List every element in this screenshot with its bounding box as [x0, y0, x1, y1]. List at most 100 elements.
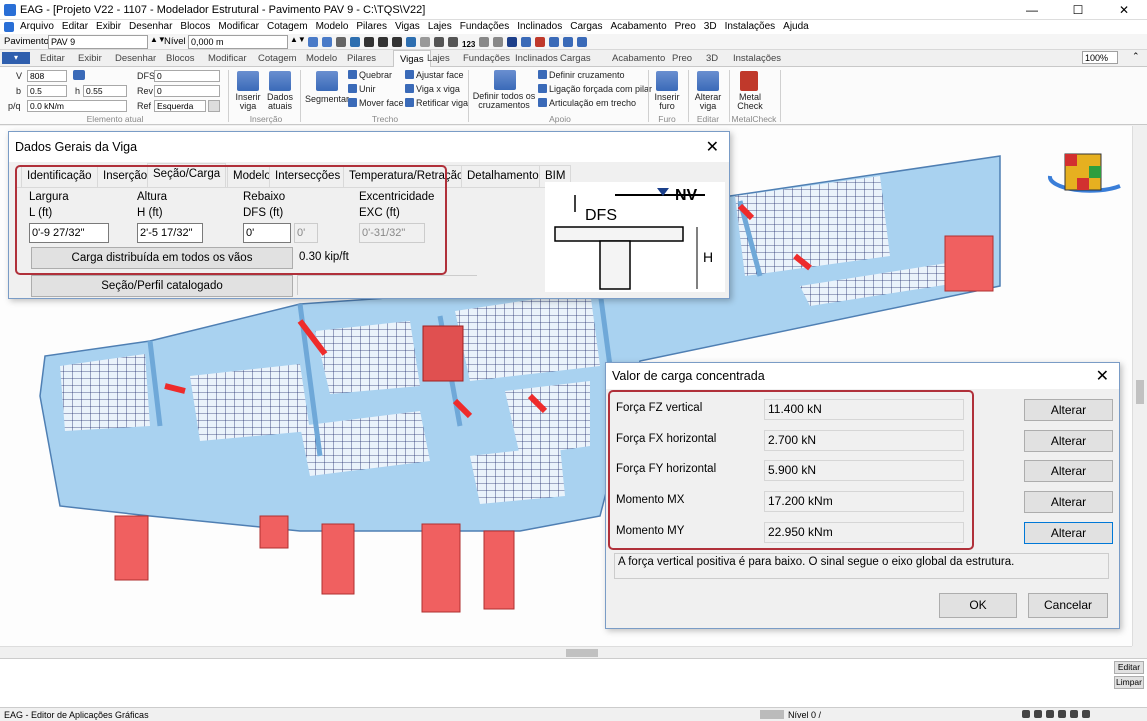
rev-field[interactable]: 0	[154, 85, 220, 97]
file-menu-button[interactable]: ▾	[2, 52, 30, 64]
pointer-icon[interactable]	[507, 37, 518, 47]
horizontal-scrollbar[interactable]	[0, 646, 1132, 658]
menu-item[interactable]: Arquivo	[16, 20, 58, 34]
menu-item[interactable]: Modificar	[214, 20, 263, 34]
redo-icon[interactable]	[322, 37, 332, 47]
menu-item[interactable]: Ajuda	[779, 20, 813, 34]
ribbon-tab[interactable]: Cotagem	[258, 53, 297, 64]
metal-check-icon[interactable]	[740, 71, 758, 91]
limpar-button[interactable]: Limpar	[1114, 676, 1144, 689]
ribbon-tab[interactable]: Modificar	[208, 53, 247, 64]
minimize-button[interactable]: —	[1009, 0, 1055, 20]
menu-item[interactable]: Lajes	[424, 20, 456, 34]
secao-perfil-button[interactable]: Seção/Perfil catalogado	[31, 275, 293, 297]
close-icon[interactable]: ✕	[1096, 366, 1109, 386]
unir-button[interactable]: Unir	[348, 84, 376, 94]
cut-icon[interactable]	[336, 37, 346, 47]
status-lock-icon[interactable]	[1082, 710, 1090, 718]
dialog-tab[interactable]: Detalhamento	[461, 165, 545, 187]
menu-item[interactable]: Blocos	[176, 20, 214, 34]
dfs-field[interactable]: 0	[154, 70, 220, 82]
nivel-select[interactable]: 0,000 m	[188, 35, 288, 49]
menu-item[interactable]: Acabamento	[606, 20, 670, 34]
menu-item[interactable]: Vigas	[391, 20, 424, 34]
menu-item[interactable]: Editar	[58, 20, 92, 34]
select-icon[interactable]	[434, 37, 444, 47]
insert-hole-icon[interactable]	[656, 71, 678, 91]
ribbon-tab[interactable]: Fundações	[463, 53, 510, 64]
alterar-button[interactable]: Alterar	[1024, 522, 1113, 544]
pq-field[interactable]: 0.0 kN/m	[27, 100, 127, 112]
menu-item[interactable]: Cargas	[566, 20, 606, 34]
ribbon-tab[interactable]: Modelo	[306, 53, 337, 64]
menu-item[interactable]: Modelo	[312, 20, 353, 34]
menu-item[interactable]: Desenhar	[125, 20, 176, 34]
segmentar-button[interactable]: Segmentar	[305, 94, 349, 104]
menu-item[interactable]: Instalações	[721, 20, 780, 34]
ok-button[interactable]: OK	[939, 593, 1017, 618]
mover-face-button[interactable]: Mover face	[348, 98, 404, 108]
menu-item[interactable]: Inclinados	[513, 20, 566, 34]
v-field[interactable]: 808	[27, 70, 67, 82]
zoom-select[interactable]: 100%	[1082, 51, 1118, 64]
alterar-button[interactable]: Alterar	[1024, 460, 1113, 482]
alterar-button[interactable]: Alterar	[1024, 430, 1113, 452]
pavimento-select[interactable]: PAV 9	[48, 35, 148, 49]
menu-item[interactable]: 3D	[700, 20, 721, 34]
definir-todos-button[interactable]: Definir todos os cruzamentos	[472, 92, 536, 110]
grid-icon[interactable]	[420, 37, 430, 47]
menu-item[interactable]: Cotagem	[263, 20, 312, 34]
paste-icon[interactable]	[364, 37, 374, 47]
alterar-button[interactable]: Alterar	[1024, 491, 1113, 513]
menu-item[interactable]: Fundações	[456, 20, 513, 34]
window-select-icon[interactable]	[448, 37, 458, 47]
inserir-viga-button[interactable]: Inserir viga	[232, 93, 264, 111]
zoom-icon[interactable]	[535, 37, 546, 47]
alterar-button[interactable]: Alterar	[1024, 399, 1113, 421]
menu-item[interactable]: Pilares	[352, 20, 391, 34]
pick-beam-icon[interactable]	[73, 70, 85, 80]
ribbon-tab[interactable]: Vigas	[393, 50, 431, 67]
status-grid-icon[interactable]	[1046, 710, 1054, 718]
scroll-thumb[interactable]	[1136, 380, 1144, 404]
ribbon-tab[interactable]: Exibir	[78, 53, 102, 64]
ref-option-icon[interactable]	[208, 100, 220, 112]
close-button[interactable]: ✕	[1101, 0, 1147, 20]
edit-beam-icon[interactable]	[697, 71, 719, 91]
ajustar-face-button[interactable]: Ajustar face	[405, 70, 464, 80]
ref-select[interactable]: Esquerda	[154, 100, 206, 112]
status-layer-icon[interactable]	[1058, 710, 1066, 718]
ribbon-tab[interactable]: Pilares	[347, 53, 376, 64]
ribbon-tab[interactable]: Instalações	[733, 53, 781, 64]
save-icon[interactable]	[378, 37, 388, 47]
undo-icon[interactable]	[308, 37, 318, 47]
quebrar-button[interactable]: Quebrar	[348, 70, 392, 80]
segment-icon[interactable]	[316, 71, 338, 91]
ribbon-tab[interactable]: Preo	[672, 53, 692, 64]
command-area[interactable]: Editar Limpar	[0, 658, 1147, 707]
articulacao-button[interactable]: Articulação em trecho	[538, 98, 636, 108]
menu-app-icon[interactable]	[4, 22, 14, 32]
h-field[interactable]: 0.55	[83, 85, 127, 97]
collapse-ribbon-icon[interactable]: ⌃	[1132, 51, 1140, 62]
viga-x-viga-button[interactable]: Viga x viga	[405, 84, 460, 94]
b-field[interactable]: 0.5	[27, 85, 67, 97]
menu-item[interactable]: Preo	[671, 20, 700, 34]
ribbon-tab[interactable]: Inclinados	[515, 53, 558, 64]
crossings-icon[interactable]	[494, 70, 516, 90]
filter-icon[interactable]	[479, 37, 490, 47]
zoom-all-icon[interactable]	[521, 37, 532, 47]
ribbon-tab[interactable]: Desenhar	[115, 53, 156, 64]
ribbon-tab[interactable]: Blocos	[166, 53, 195, 64]
current-data-icon[interactable]	[269, 71, 291, 91]
ribbon-tab[interactable]: Cargas	[560, 53, 591, 64]
dados-atuais-button[interactable]: Dados atuais	[264, 93, 296, 111]
save-as-icon[interactable]	[392, 37, 402, 47]
insert-beam-icon[interactable]	[237, 71, 259, 91]
layers-icon[interactable]	[406, 37, 416, 47]
metal-check-button[interactable]: Metal Check	[733, 93, 767, 111]
maximize-button[interactable]: ☐	[1055, 0, 1101, 20]
alterar-viga-button[interactable]: Alterar viga	[693, 93, 723, 111]
retificar-viga-button[interactable]: Retificar viga	[405, 98, 468, 108]
vertical-scrollbar[interactable]	[1132, 126, 1147, 646]
